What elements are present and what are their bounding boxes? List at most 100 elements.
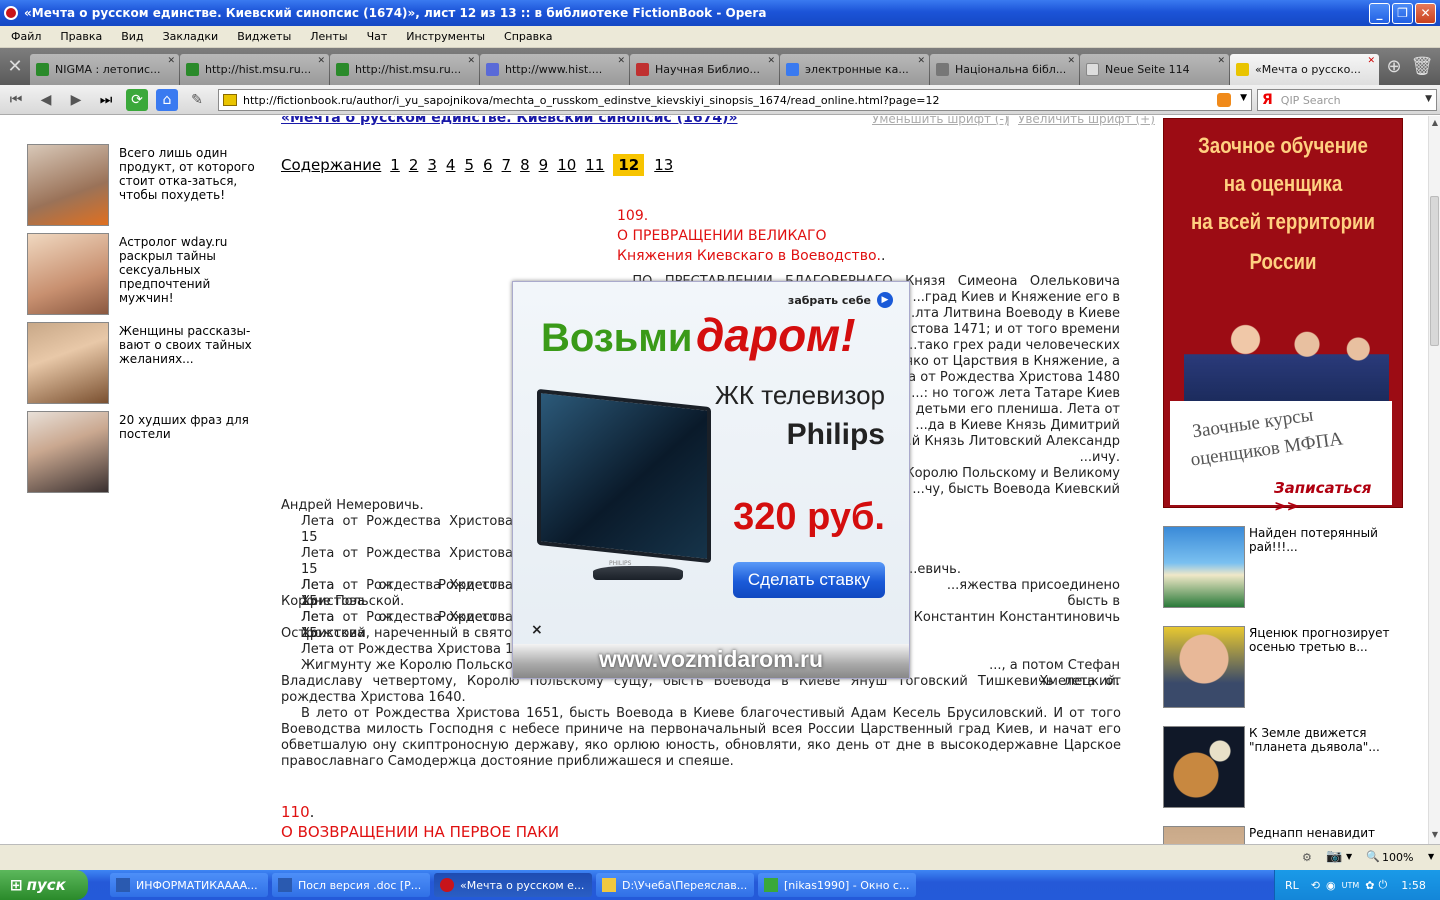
menu-file[interactable]: Файл	[0, 30, 49, 43]
taskbar-item-active[interactable]: «Мечта о русском е...	[434, 873, 592, 897]
ad-image[interactable]	[1163, 626, 1245, 708]
reload-icon[interactable]: ⟳	[126, 89, 148, 111]
maximize-button[interactable]: ❐	[1392, 2, 1413, 24]
book-title-link[interactable]: «Мечта о русском единстве. Киевский сино…	[281, 116, 738, 126]
close-tab-icon[interactable]: ✕	[317, 56, 325, 66]
ad-text[interactable]: Астролог wday.ru раскрыл тайны сексуальн…	[119, 235, 267, 305]
popup-close-button[interactable]: ×	[531, 622, 543, 638]
page-link[interactable]: 4	[446, 156, 456, 174]
close-tab-icon[interactable]: ✕	[767, 56, 775, 66]
back-icon[interactable]: ◀	[35, 89, 57, 111]
edit-icon[interactable]: ✎	[186, 89, 208, 111]
ad-text[interactable]: Реднапп ненавидит	[1249, 826, 1399, 840]
close-tab-icon[interactable]: ✕	[467, 56, 475, 66]
start-button[interactable]: ⊞ пуск	[0, 870, 88, 900]
menu-chat[interactable]: Чат	[356, 30, 396, 43]
font-smaller-link[interactable]: Уменьшить шрифт (-)	[872, 116, 1008, 126]
menu-tools[interactable]: Инструменты	[395, 30, 493, 43]
ad-image[interactable]	[27, 322, 109, 404]
ad-image[interactable]	[27, 144, 109, 226]
ad-text[interactable]: Всего лишь один продукт, от которого сто…	[119, 146, 267, 202]
ad-text[interactable]: Яценюк прогнозирует осенью третью в...	[1249, 626, 1399, 654]
left-ad[interactable]: Астролог wday.ru раскрыл тайны сексуальн…	[27, 233, 267, 315]
menu-feeds[interactable]: Ленты	[299, 30, 355, 43]
address-dropdown-icon[interactable]: ▼	[1240, 93, 1247, 103]
language-indicator[interactable]: RL	[1285, 879, 1299, 892]
tray-icon[interactable]: ◉	[1326, 879, 1336, 892]
close-tab-icon[interactable]: ✕	[617, 56, 625, 66]
close-tab-icon[interactable]: ✕	[167, 56, 175, 66]
page-link[interactable]: 8	[520, 156, 530, 174]
ad-image[interactable]	[27, 411, 109, 493]
ad-text[interactable]: К Земле движется "планета дьявола"...	[1249, 726, 1399, 754]
banner-cta[interactable]: Записаться >>	[1274, 479, 1392, 515]
close-tab-icon[interactable]: ✕	[1067, 56, 1075, 66]
dropdown-icon[interactable]: ▼	[1346, 852, 1352, 861]
tab-active[interactable]: «Мечта о русско... ✕	[1230, 54, 1379, 85]
tab[interactable]: http://hist.msu.ru... ✕	[180, 54, 329, 85]
ad-text[interactable]: Женщины рассказы-вают о своих тайных жел…	[119, 324, 267, 366]
left-ad[interactable]: 20 худших фраз для постели	[27, 411, 267, 493]
menu-view[interactable]: Вид	[110, 30, 151, 43]
page-link[interactable]: 5	[464, 156, 474, 174]
scroll-thumb[interactable]	[1430, 196, 1439, 346]
page-link[interactable]: 9	[539, 156, 549, 174]
right-ad[interactable]: К Земле движется "планета дьявола"...	[1163, 726, 1403, 808]
taskbar-item[interactable]: [nikas1990] - Окно с...	[758, 873, 916, 897]
menu-help[interactable]: Справка	[493, 30, 560, 43]
bid-button[interactable]: Сделать ставку	[733, 562, 885, 598]
camera-icon[interactable]: 📷	[1326, 849, 1342, 864]
taskbar-item[interactable]: ИНФОРМАТИКАААА...	[110, 873, 268, 897]
tab[interactable]: Neue Seite 114 ✕	[1080, 54, 1229, 85]
font-larger-link[interactable]: Увеличить шрифт (+)	[1018, 116, 1155, 126]
page-link[interactable]: 6	[483, 156, 493, 174]
trash-icon[interactable]: 🗑	[1408, 48, 1436, 85]
tab[interactable]: Національна бібл... ✕	[930, 54, 1079, 85]
tab[interactable]: электронные ка... ✕	[780, 54, 929, 85]
menu-widgets[interactable]: Виджеты	[226, 30, 299, 43]
left-ad[interactable]: Всего лишь один продукт, от которого сто…	[27, 144, 267, 226]
zoom-icon[interactable]: 🔍	[1366, 850, 1380, 863]
ad-text[interactable]: 20 худших фраз для постели	[119, 413, 267, 441]
ad-image[interactable]	[1163, 726, 1245, 808]
zoom-dropdown-icon[interactable]: ▼	[1428, 852, 1434, 861]
rss-icon[interactable]	[1217, 93, 1231, 107]
left-ad[interactable]: Женщины рассказы-вают о своих тайных жел…	[27, 322, 267, 404]
right-ad[interactable]: Найден потерянный рай!!!...	[1163, 526, 1403, 608]
forward-icon[interactable]: ▶	[65, 89, 87, 111]
minimize-button[interactable]: _	[1369, 2, 1390, 24]
rewind-icon[interactable]: ⏮	[5, 89, 27, 111]
popup-ad[interactable]: забрать себе ▶ Возьми даром! ЖК телевизо…	[512, 281, 910, 679]
page-link[interactable]: 3	[427, 156, 437, 174]
vertical-scrollbar[interactable]: ▲ ▼	[1428, 116, 1440, 844]
right-banner-ad[interactable]: Заочное обучение на оценщика на всей тер…	[1163, 118, 1403, 515]
taskbar-item[interactable]: Посл версия .doc [Р...	[272, 873, 430, 897]
home-icon[interactable]: ⌂	[156, 89, 178, 111]
page-link[interactable]: 1	[390, 156, 400, 174]
tray-icon[interactable]: ⟲	[1311, 879, 1320, 892]
ad-image[interactable]	[1163, 526, 1245, 608]
address-field[interactable]: http://fictionbook.ru/author/i_yu_sapojn…	[218, 89, 1252, 111]
toc-link[interactable]: Содержание	[281, 156, 381, 174]
right-ad[interactable]: Реднапп ненавидит	[1163, 826, 1403, 844]
taskbar-item[interactable]: D:\Учеба\Переяслав...	[596, 873, 754, 897]
page-link[interactable]: 11	[585, 156, 604, 174]
ad-image[interactable]	[1163, 826, 1245, 844]
page-link[interactable]: 2	[409, 156, 419, 174]
ad-image[interactable]	[27, 233, 109, 315]
close-tab-icon[interactable]: ✕	[1367, 56, 1375, 66]
scroll-down-icon[interactable]: ▼	[1430, 830, 1440, 842]
menu-edit[interactable]: Правка	[49, 30, 110, 43]
page-link[interactable]: 13	[654, 156, 673, 174]
search-dropdown-icon[interactable]: ▼	[1425, 94, 1432, 104]
tab[interactable]: Научная Библио... ✕	[630, 54, 779, 85]
search-field[interactable]: Я QIP Search ▼	[1257, 89, 1437, 111]
tab[interactable]: http://hist.msu.ru... ✕	[330, 54, 479, 85]
new-tab-icon[interactable]: ⊕	[1380, 48, 1408, 85]
page-link[interactable]: 10	[557, 156, 576, 174]
page-link[interactable]: 7	[502, 156, 512, 174]
menu-bookmarks[interactable]: Закладки	[152, 30, 227, 43]
close-tab-icon[interactable]: ✕	[917, 56, 925, 66]
zoom-level[interactable]: 100%	[1382, 851, 1413, 864]
close-button[interactable]: ✕	[1415, 2, 1436, 24]
